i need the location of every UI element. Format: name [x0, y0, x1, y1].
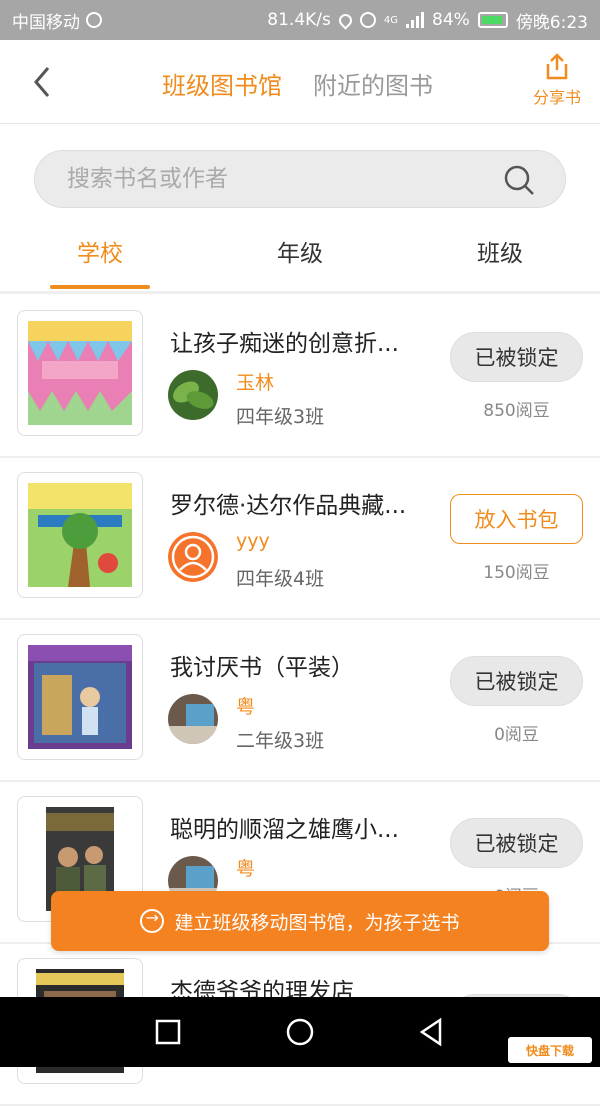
home-icon[interactable]	[284, 1016, 316, 1048]
owner-avatar[interactable]	[168, 532, 218, 582]
book-title[interactable]: 我讨厌书（平装）	[170, 648, 354, 682]
owner-name: 粤	[236, 696, 256, 718]
owner-class: 四年级3班	[236, 406, 325, 428]
book-cover-image	[28, 321, 132, 425]
share-icon	[546, 53, 568, 80]
book-cover-image	[28, 645, 132, 749]
system-nav-bar: 快盘下载	[0, 997, 600, 1067]
search-icon[interactable]	[503, 164, 535, 196]
net-speed: 81.4K/s	[267, 10, 331, 30]
book-title[interactable]: 罗尔德·达尔作品典藏...	[170, 486, 406, 520]
enter-arrow-icon	[140, 908, 165, 933]
recents-icon[interactable]	[152, 1016, 184, 1048]
filter-school[interactable]: 学校	[0, 234, 200, 268]
owner-avatar[interactable]	[168, 694, 218, 744]
status-bar: 中国移动 81.4K/s 4G 84% 傍晚6:23	[0, 0, 600, 40]
book-cover	[17, 310, 143, 436]
active-filter-indicator	[50, 285, 150, 289]
back-arrow-icon	[34, 67, 50, 97]
battery-percent: 84%	[432, 10, 470, 30]
owner-class: 四年级4班	[236, 568, 325, 590]
share-button[interactable]: 分享书	[528, 52, 586, 108]
filter-grade[interactable]: 年级	[200, 234, 400, 268]
add-to-bag-button[interactable]: 放入书包	[450, 494, 583, 544]
back-nav-icon[interactable]	[416, 1016, 448, 1048]
signal-icon	[406, 12, 425, 28]
book-cover	[17, 472, 143, 598]
alarm-icon	[359, 12, 376, 28]
book-list: 让孩子痴迷的创意折... 玉林 四年级3班 已被锁定 850阅豆 罗尔德·达尔作…	[0, 296, 600, 1106]
tab-class-library[interactable]: 班级图书馆	[162, 66, 282, 101]
bean-price: 150阅豆	[483, 563, 550, 583]
book-title[interactable]: 让孩子痴迷的创意折...	[170, 324, 399, 358]
filter-class[interactable]: 班级	[400, 234, 600, 268]
owner-name: yyy	[236, 530, 270, 552]
locked-button[interactable]: 已被锁定	[450, 332, 583, 382]
search-bar	[34, 150, 566, 208]
plant-avatar-image	[168, 370, 218, 420]
carrier-label: 中国移动	[12, 12, 80, 33]
book-list-item[interactable]: 我讨厌书（平装） 粤 二年级3班 已被锁定 0阅豆	[0, 620, 600, 782]
user-default-avatar-icon	[168, 532, 218, 582]
watermark-logo: 快盘下载	[508, 1037, 592, 1063]
locked-button[interactable]: 已被锁定	[450, 818, 583, 868]
owner-class: 二年级3班	[236, 730, 325, 752]
share-label: 分享书	[532, 88, 581, 107]
location-icon	[336, 10, 355, 30]
owner-name: 玉林	[236, 372, 275, 394]
back-button[interactable]	[28, 64, 58, 100]
search-input[interactable]	[67, 151, 487, 207]
book-list-item[interactable]: 罗尔德·达尔作品典藏... yyy 四年级4班 放入书包 150阅豆	[0, 458, 600, 620]
book-cover	[17, 634, 143, 760]
book-list-item[interactable]: 让孩子痴迷的创意折... 玉林 四年级3班 已被锁定 850阅豆	[0, 296, 600, 458]
banner-label: 建立班级移动图书馆，为孩子选书	[174, 911, 460, 934]
clock: 傍晚6:23	[515, 12, 588, 33]
network-type: 4G	[383, 14, 399, 26]
book-cover-image	[28, 483, 132, 587]
create-library-banner[interactable]: 建立班级移动图书馆，为孩子选书	[51, 891, 549, 951]
bean-price: 850阅豆	[483, 401, 550, 421]
tab-nearby-books[interactable]: 附近的图书	[313, 66, 433, 101]
battery-icon	[477, 12, 508, 28]
owner-name: 粤	[236, 858, 256, 880]
locked-button[interactable]: 已被锁定	[450, 656, 583, 706]
header: 班级图书馆 附近的图书 分享书	[0, 40, 600, 124]
app-notification-icon	[86, 12, 102, 28]
book-title[interactable]: 聪明的顺溜之雄鹰小...	[170, 810, 399, 844]
scope-filter-tabs: 学校 年级 班级	[0, 222, 600, 294]
owner-avatar[interactable]	[168, 370, 218, 420]
bean-price: 0阅豆	[494, 725, 539, 745]
photo-avatar-image	[168, 694, 218, 744]
